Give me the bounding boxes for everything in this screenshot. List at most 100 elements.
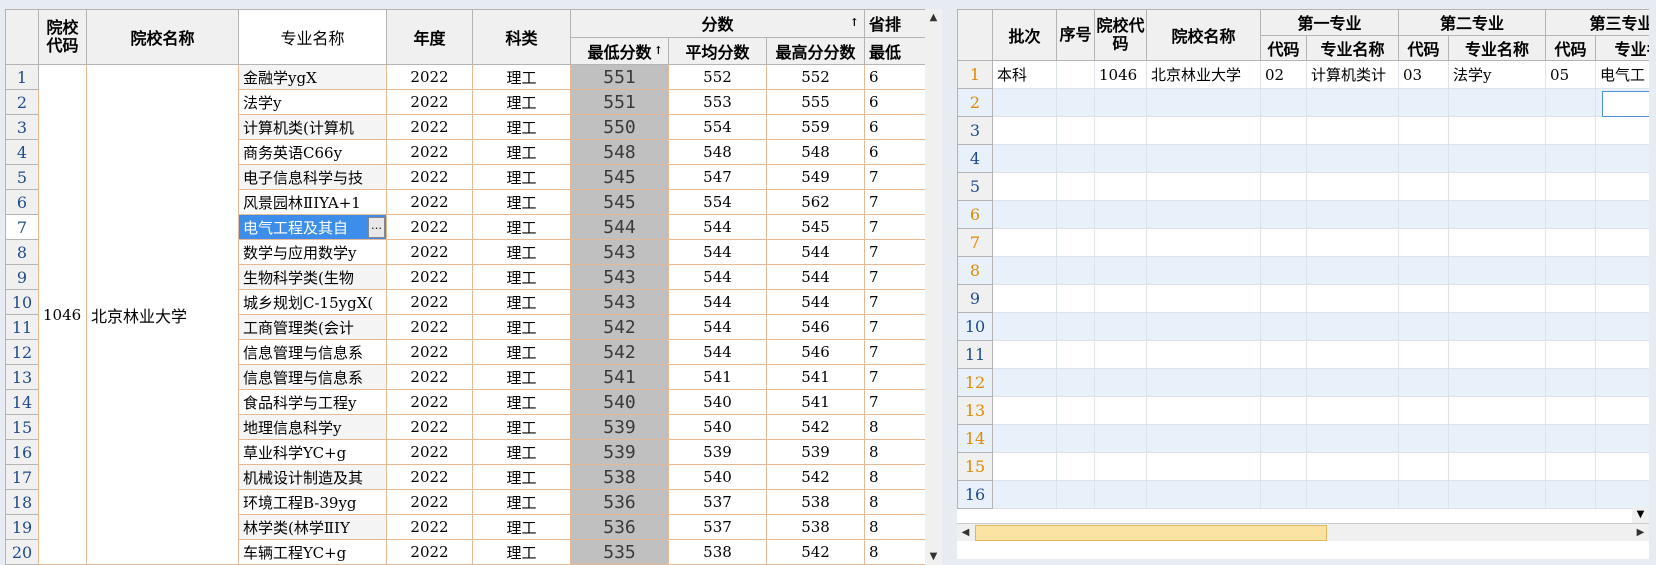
row-number[interactable]: 4 <box>957 144 993 173</box>
year-cell[interactable]: 2022 <box>386 314 473 340</box>
table-row[interactable]: 3 <box>957 116 1649 145</box>
third-code-cell[interactable] <box>1545 368 1597 397</box>
major-name-cell[interactable]: 食品科学与工程y <box>238 389 387 415</box>
first-major-cell[interactable] <box>1305 256 1400 285</box>
first-major-cell[interactable] <box>1305 172 1400 201</box>
header-code[interactable]: 代码 <box>1398 34 1450 61</box>
batch-cell[interactable] <box>992 172 1057 201</box>
row-number[interactable]: 4 <box>5 139 39 165</box>
major-name-cell[interactable]: 电子信息科学与技 <box>238 164 387 190</box>
first-major-cell[interactable] <box>1305 200 1400 229</box>
row-number[interactable]: 5 <box>957 172 993 201</box>
year-cell[interactable]: 2022 <box>386 489 473 515</box>
header-max-score[interactable]: 最高分分数 <box>765 36 866 65</box>
row-number[interactable]: 2 <box>5 89 39 115</box>
batch-cell[interactable] <box>992 88 1057 117</box>
third-code-cell[interactable] <box>1545 256 1597 285</box>
batch-cell[interactable] <box>992 368 1057 397</box>
school-name-cell[interactable] <box>1146 144 1261 173</box>
third-code-cell[interactable] <box>1545 312 1597 341</box>
school-code-cell[interactable] <box>1094 368 1147 397</box>
second-major-cell[interactable] <box>1448 172 1547 201</box>
second-major-cell[interactable] <box>1448 396 1547 425</box>
first-major-cell[interactable]: 计算机类计 <box>1305 60 1400 89</box>
avg-score-cell[interactable]: 540 <box>668 414 767 440</box>
second-major-cell[interactable] <box>1448 228 1547 257</box>
rank-min-cell[interactable]: 7 <box>864 289 925 315</box>
row-number[interactable]: 18 <box>5 489 39 515</box>
header-school-name[interactable]: 院校名称 <box>1146 9 1261 61</box>
school-name-cell[interactable] <box>1146 340 1261 369</box>
category-cell[interactable]: 理工 <box>472 189 571 215</box>
min-score-cell[interactable]: 539 <box>570 414 669 440</box>
second-major-cell[interactable]: 法学y <box>1448 60 1547 89</box>
second-code-cell[interactable]: 03 <box>1398 60 1450 89</box>
avg-score-cell[interactable]: 554 <box>668 114 767 140</box>
school-name-cell[interactable] <box>1146 312 1261 341</box>
seq-cell[interactable] <box>1056 60 1095 89</box>
row-number[interactable]: 8 <box>5 239 39 265</box>
second-code-cell[interactable] <box>1398 424 1450 453</box>
batch-cell[interactable] <box>992 116 1057 145</box>
min-score-cell[interactable]: 545 <box>570 189 669 215</box>
row-number[interactable]: 10 <box>957 312 993 341</box>
min-score-cell[interactable]: 536 <box>570 514 669 540</box>
batch-cell[interactable] <box>992 452 1057 481</box>
first-code-cell[interactable] <box>1260 88 1307 117</box>
school-code-cell[interactable] <box>1094 256 1147 285</box>
table-row[interactable]: 11 <box>957 340 1649 369</box>
major-name-cell[interactable]: 环境工程B-39yg <box>238 489 387 515</box>
third-code-cell[interactable] <box>1545 88 1597 117</box>
first-major-cell[interactable] <box>1305 452 1400 481</box>
header-third-major[interactable]: 第三专业 <box>1545 9 1649 36</box>
school-code-cell[interactable]: 1046 <box>38 64 87 565</box>
avg-score-cell[interactable]: 539 <box>668 439 767 465</box>
row-number[interactable]: 19 <box>5 514 39 540</box>
min-score-cell[interactable]: 548 <box>570 139 669 165</box>
year-cell[interactable]: 2022 <box>386 64 473 90</box>
avg-score-cell[interactable]: 540 <box>668 464 767 490</box>
batch-cell[interactable] <box>992 424 1057 453</box>
header-school-code[interactable]: 院校代码 <box>1094 9 1147 61</box>
year-cell[interactable]: 2022 <box>386 389 473 415</box>
second-code-cell[interactable] <box>1398 284 1450 313</box>
min-score-cell[interactable]: 541 <box>570 364 669 390</box>
rank-min-cell[interactable]: 7 <box>864 239 925 265</box>
row-number[interactable]: 16 <box>5 439 39 465</box>
table-row[interactable]: 16 <box>957 480 1649 509</box>
header-second-major[interactable]: 第二专业 <box>1398 9 1547 36</box>
max-score-cell[interactable]: 542 <box>765 464 866 490</box>
year-cell[interactable]: 2022 <box>386 239 473 265</box>
header-school-code[interactable]: 院校代码 <box>38 9 87 65</box>
active-cell-editor[interactable] <box>1602 91 1649 117</box>
max-score-cell[interactable]: 546 <box>765 339 866 365</box>
first-code-cell[interactable] <box>1260 172 1307 201</box>
table-row[interactable]: 10 <box>957 312 1649 341</box>
left-vertical-scrollbar[interactable]: ▲ ▼ <box>925 9 942 565</box>
min-score-cell[interactable]: 543 <box>570 289 669 315</box>
second-code-cell[interactable] <box>1398 368 1450 397</box>
corner-cell[interactable] <box>957 9 993 61</box>
max-score-cell[interactable]: 552 <box>765 64 866 90</box>
max-score-cell[interactable]: 544 <box>765 264 866 290</box>
second-code-cell[interactable] <box>1398 452 1450 481</box>
avg-score-cell[interactable]: 554 <box>668 189 767 215</box>
third-code-cell[interactable]: 05 <box>1545 60 1597 89</box>
third-major-cell[interactable] <box>1595 228 1649 257</box>
table-row[interactable]: 15 <box>957 452 1649 481</box>
header-major-name[interactable]: 专业名称 <box>1305 34 1400 61</box>
first-major-cell[interactable] <box>1305 284 1400 313</box>
rank-min-cell[interactable]: 7 <box>864 389 925 415</box>
school-code-cell[interactable] <box>1094 144 1147 173</box>
year-cell[interactable]: 2022 <box>386 514 473 540</box>
avg-score-cell[interactable]: 537 <box>668 514 767 540</box>
third-major-cell[interactable] <box>1595 368 1649 397</box>
avg-score-cell[interactable]: 544 <box>668 289 767 315</box>
row-number[interactable]: 12 <box>5 339 39 365</box>
seq-cell[interactable] <box>1056 340 1095 369</box>
first-code-cell[interactable] <box>1260 452 1307 481</box>
first-major-cell[interactable] <box>1305 144 1400 173</box>
year-cell[interactable]: 2022 <box>386 164 473 190</box>
second-major-cell[interactable] <box>1448 312 1547 341</box>
min-score-cell[interactable]: 551 <box>570 89 669 115</box>
